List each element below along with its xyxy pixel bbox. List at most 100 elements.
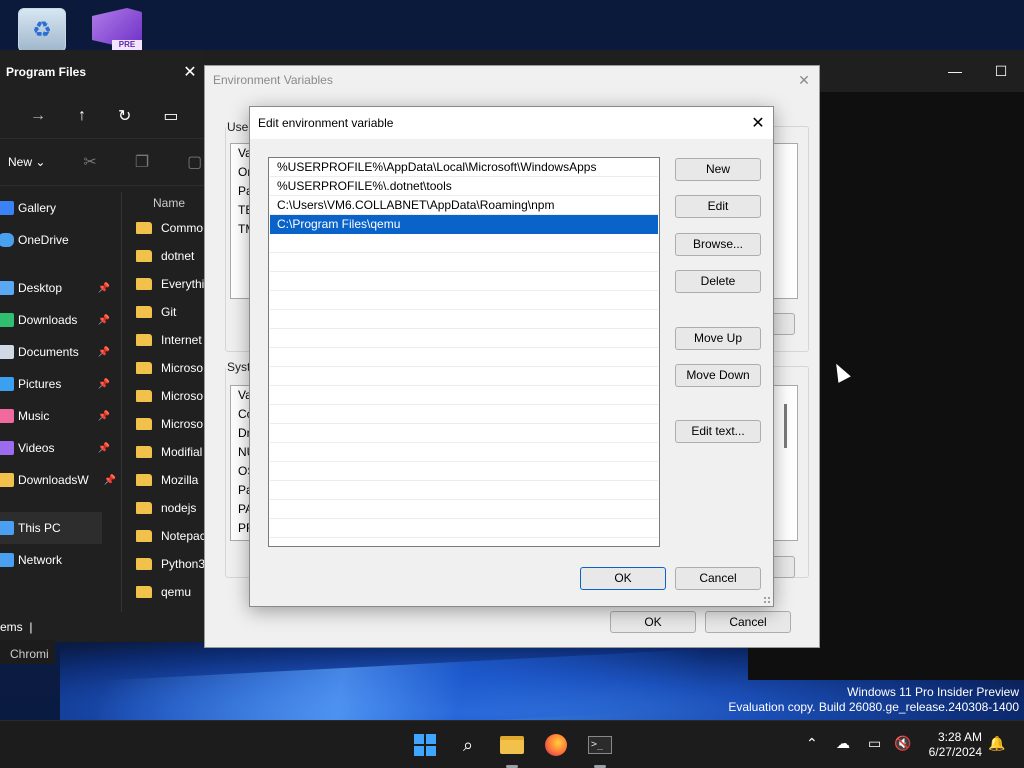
empty-path-entry[interactable] <box>270 443 658 462</box>
computer-icon <box>0 521 14 535</box>
chevron-up-icon[interactable]: ⌃ <box>806 735 818 752</box>
empty-path-entry[interactable] <box>270 310 658 329</box>
list-item[interactable]: Modifial <box>136 438 206 466</box>
system-clock[interactable]: 3:28 AM 6/27/2024 <box>920 730 982 760</box>
list-item[interactable]: Python3 <box>136 550 206 578</box>
nav-item-this-pc[interactable]: This PC <box>0 512 102 544</box>
list-item[interactable]: Commo <box>136 214 206 242</box>
list-item[interactable]: dotnet <box>136 242 206 270</box>
path-entries-list[interactable]: %USERPROFILE%\AppData\Local\Microsoft\Wi… <box>268 157 660 547</box>
path-entry[interactable]: %USERPROFILE%\.dotnet\tools <box>270 177 658 196</box>
list-item[interactable]: Microso <box>136 382 206 410</box>
cancel-button[interactable]: Cancel <box>675 567 761 590</box>
delete-button[interactable]: Delete <box>675 270 761 293</box>
empty-path-entry[interactable] <box>270 348 658 367</box>
empty-path-entry[interactable] <box>270 500 658 519</box>
terminal-icon[interactable]: >_ <box>588 733 612 757</box>
folder-icon <box>136 586 152 598</box>
move-down-button[interactable]: Move Down <box>675 364 761 387</box>
close-icon[interactable]: ✕ <box>743 113 773 133</box>
list-item[interactable]: qemu <box>136 578 206 606</box>
pin-icon: 📌 <box>97 314 110 326</box>
empty-path-entry[interactable] <box>270 253 658 272</box>
nav-item-downloads[interactable]: Downloads 📌 <box>0 304 120 336</box>
empty-path-entry[interactable] <box>270 291 658 310</box>
search-icon[interactable]: ⌕ <box>456 733 480 757</box>
nav-item-music[interactable]: Music 📌 <box>0 400 120 432</box>
minimize-icon[interactable]: — <box>932 63 978 79</box>
edit-dialog-titlebar[interactable]: Edit environment variable ✕ <box>250 107 773 139</box>
folder-icon <box>136 502 152 514</box>
empty-path-entry[interactable] <box>270 329 658 348</box>
list-item[interactable]: Notepac <box>136 522 206 550</box>
empty-path-entry[interactable] <box>270 519 658 538</box>
env-ok-button[interactable]: OK <box>610 611 696 633</box>
nav-item-gallery[interactable]: Gallery <box>0 192 120 224</box>
empty-path-entry[interactable] <box>270 405 658 424</box>
list-item[interactable]: Internet <box>136 326 206 354</box>
nav-item-downloadsw[interactable]: DownloadsW 📌 <box>0 464 120 496</box>
nav-item-desktop[interactable]: Desktop 📌 <box>0 272 120 304</box>
nav-item-network[interactable]: Network <box>0 544 120 576</box>
new-button[interactable]: New <box>675 158 761 181</box>
resize-grip-icon[interactable] <box>763 596 771 604</box>
start-button[interactable] <box>413 733 437 757</box>
nav-item-onedrive[interactable]: OneDrive <box>0 224 120 256</box>
env-dialog-titlebar[interactable]: Environment Variables ✕ <box>205 66 819 94</box>
copy-icon[interactable]: ❐ <box>135 152 149 172</box>
list-item[interactable]: Mozilla <box>136 466 206 494</box>
network-icon <box>0 553 14 567</box>
list-item[interactable]: Microso <box>136 354 206 382</box>
recycle-bin-icon[interactable]: ♻ <box>18 8 66 52</box>
forward-arrow-icon[interactable]: → <box>30 107 46 125</box>
nav-item-videos[interactable]: Videos 📌 <box>0 432 120 464</box>
path-entry[interactable]: C:\Users\VM6.COLLABNET\AppData\Roaming\n… <box>270 196 658 215</box>
empty-path-entry[interactable] <box>270 367 658 386</box>
name-column-header[interactable]: Name <box>136 192 206 214</box>
list-item[interactable]: Everythi <box>136 270 206 298</box>
explorer-titlebar[interactable]: Program Files ✕ <box>0 50 205 94</box>
notification-bell-icon[interactable]: 🔔 <box>988 735 1005 752</box>
edit-text-button[interactable]: Edit text... <box>675 420 761 443</box>
move-up-button[interactable]: Move Up <box>675 327 761 350</box>
empty-path-entry[interactable] <box>270 481 658 500</box>
env-cancel-button[interactable]: Cancel <box>705 611 791 633</box>
document-icon <box>0 345 14 359</box>
refresh-icon[interactable]: ↻ <box>118 106 131 126</box>
path-entry-selected[interactable]: C:\Program Files\qemu <box>270 215 658 234</box>
browse-button[interactable]: Browse... <box>675 233 761 256</box>
maximize-icon[interactable]: ☐ <box>978 63 1024 80</box>
explorer-tab-title[interactable]: Program Files <box>6 65 175 79</box>
empty-path-entry[interactable] <box>270 234 658 253</box>
monitor-icon[interactable]: ▭ <box>163 106 178 126</box>
new-button[interactable]: New ⌄ <box>8 155 45 169</box>
paste-icon[interactable]: ▢ <box>187 152 202 172</box>
empty-path-entry[interactable] <box>270 462 658 481</box>
empty-path-entry[interactable] <box>270 386 658 405</box>
path-entry[interactable]: %USERPROFILE%\AppData\Local\Microsoft\Wi… <box>270 158 658 177</box>
firefox-icon[interactable] <box>544 733 568 757</box>
onedrive-offline-icon[interactable]: ☁ <box>836 735 850 752</box>
chromium-window-tab[interactable]: Chromi <box>0 640 55 664</box>
watermark-line-1: Windows 11 Pro Insider Preview <box>847 685 1019 699</box>
edit-button[interactable]: Edit <box>675 195 761 218</box>
ok-button[interactable]: OK <box>580 567 666 590</box>
pane-divider[interactable] <box>121 192 122 612</box>
volume-muted-icon[interactable]: 🔇 <box>894 735 911 752</box>
empty-path-entry[interactable] <box>270 424 658 443</box>
nav-item-pictures[interactable]: Pictures 📌 <box>0 368 120 400</box>
folder-icon <box>136 474 152 486</box>
nav-item-documents[interactable]: Documents 📌 <box>0 336 120 368</box>
close-icon[interactable]: ✕ <box>789 72 819 89</box>
empty-path-entry[interactable] <box>270 272 658 291</box>
list-item[interactable]: nodejs <box>136 494 206 522</box>
close-tab-icon[interactable]: ✕ <box>175 62 205 82</box>
folder-icon <box>136 446 152 458</box>
system-list-scrollbar[interactable] <box>784 404 787 448</box>
network-icon[interactable]: ▭ <box>868 735 881 752</box>
list-item[interactable]: Git <box>136 298 206 326</box>
list-item[interactable]: Microso <box>136 410 206 438</box>
up-arrow-icon[interactable]: ↑ <box>78 107 86 125</box>
file-explorer-icon[interactable] <box>500 733 524 757</box>
cut-icon[interactable]: ✂ <box>83 152 96 172</box>
